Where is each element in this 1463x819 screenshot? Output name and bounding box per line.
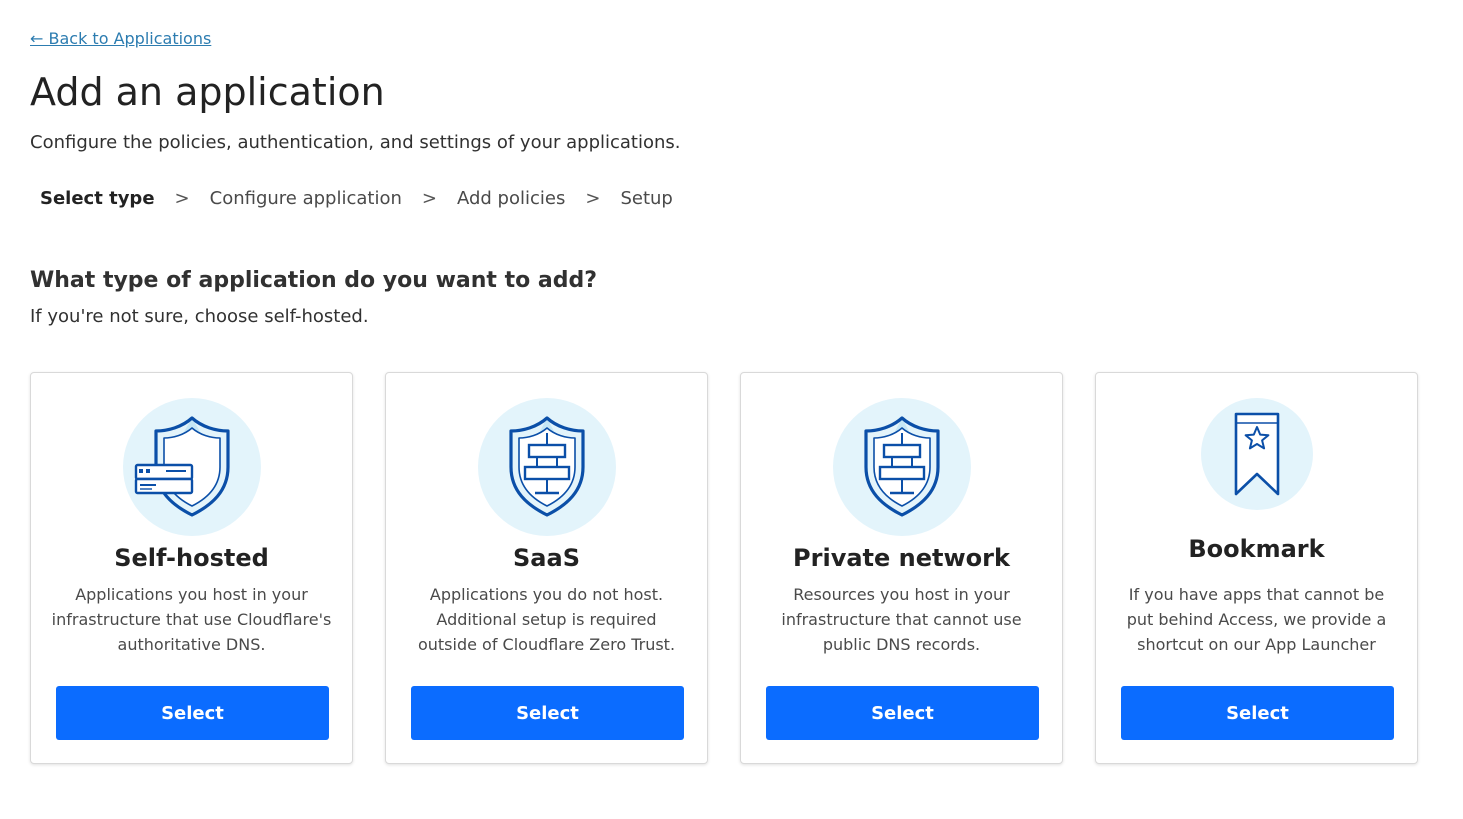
step-add-policies: Add policies — [456, 188, 566, 209]
card-title: Self-hosted — [114, 544, 269, 572]
card-private-network: Private network Resources you host in yo… — [740, 372, 1063, 764]
step-select-type: Select type — [40, 188, 155, 209]
card-bookmark: Bookmark If you have apps that cannot be… — [1095, 372, 1418, 764]
page-title: Add an application — [30, 70, 385, 114]
wizard-steps: Select type > Configure application > Ad… — [40, 188, 673, 209]
card-description: Resources you host in your infrastructur… — [781, 585, 1022, 654]
select-self-hosted-button[interactable]: Select — [56, 686, 329, 740]
shield-server-icon — [122, 398, 261, 536]
bookmark-star-icon — [1200, 398, 1313, 510]
step-separator: > — [421, 188, 437, 209]
select-private-network-button[interactable]: Select — [766, 686, 1039, 740]
section-hint: If you're not sure, choose self-hosted. — [30, 306, 369, 327]
card-self-hosted: Self-hosted Applications you host in you… — [30, 372, 353, 764]
card-description: Applications you host in your infrastruc… — [51, 585, 332, 654]
select-saas-button[interactable]: Select — [411, 686, 684, 740]
shield-network-icon — [832, 398, 971, 536]
card-title: Bookmark — [1188, 535, 1325, 563]
step-configure-application: Configure application — [209, 188, 402, 209]
page-subtitle: Configure the policies, authentication, … — [30, 132, 681, 153]
select-bookmark-button[interactable]: Select — [1121, 686, 1394, 740]
step-setup: Setup — [620, 188, 673, 209]
card-saas: SaaS Applications you do not host. Addit… — [385, 372, 708, 764]
card-description: Applications you do not host. Additional… — [417, 585, 676, 654]
section-question: What type of application do you want to … — [30, 268, 597, 293]
step-separator: > — [585, 188, 601, 209]
add-application-page: ← Back to Applications Add an applicatio… — [0, 0, 1463, 819]
card-title: SaaS — [513, 544, 580, 572]
card-title: Private network — [793, 544, 1010, 572]
shield-network-icon — [477, 398, 616, 536]
card-description: If you have apps that cannot be put behi… — [1126, 585, 1387, 654]
step-separator: > — [174, 188, 190, 209]
back-to-applications-link[interactable]: ← Back to Applications — [30, 29, 211, 48]
